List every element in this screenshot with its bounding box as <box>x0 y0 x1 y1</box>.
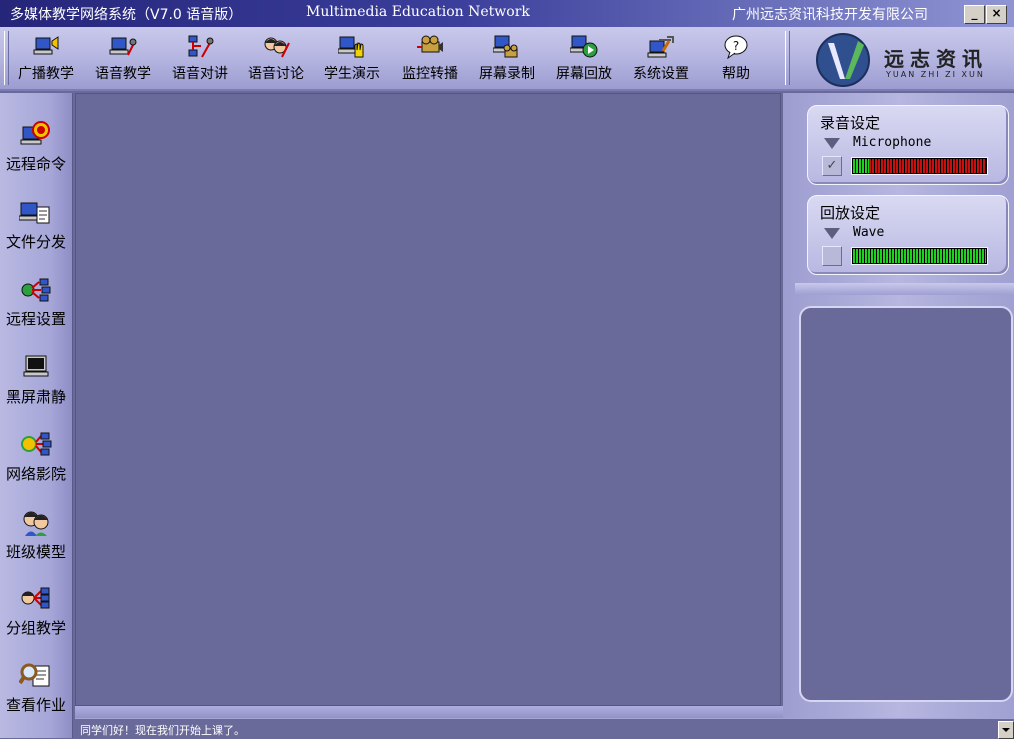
record-enable-checkbox[interactable]: ✓ <box>822 156 842 176</box>
window-title: 多媒体教学网络系统（V7.0 语音版） <box>10 7 243 23</box>
playback-device-name[interactable]: Wave <box>853 225 884 240</box>
file-distribute-icon <box>19 202 50 224</box>
tool-voice-teach[interactable]: 语音教学 <box>88 33 158 85</box>
sidebar-item-label: 文件分发 <box>5 233 66 251</box>
intercom-icon <box>188 35 214 58</box>
sidebar-item-label: 黑屏肃静 <box>5 388 66 406</box>
sidebar-item-group-teach[interactable]: 分组教学 <box>0 579 72 649</box>
right-panel-divider <box>795 283 1014 295</box>
playback-settings-title: 回放设定 <box>820 204 881 222</box>
right-panel: 录音设定 Microphone ✓ 回放设定 Wave <box>783 93 1014 718</box>
playback-settings-group: 回放设定 Wave <box>807 195 1009 275</box>
bottom-divider <box>75 706 795 718</box>
sidebar-item-remote-settings[interactable]: 远程设置 <box>0 270 72 340</box>
title-bar[interactable]: 多媒体教学网络系统（V7.0 语音版） Multimedia Education… <box>0 0 1014 27</box>
sidebar-item-class-model[interactable]: 班级模型 <box>0 503 72 573</box>
sidebar-item-label: 远程命令 <box>5 155 66 173</box>
black-screen-icon <box>23 355 49 377</box>
sidebar-item-network-cinema[interactable]: 网络影院 <box>0 425 72 495</box>
toolbar-separator <box>785 31 790 85</box>
tool-system-settings[interactable]: 系统设置 <box>626 33 696 85</box>
tool-intercom[interactable]: 语音对讲 <box>165 33 235 85</box>
sidebar-item-view-homework[interactable]: 查看作业 <box>0 656 72 726</box>
tool-label: 语音对讲 <box>172 66 228 82</box>
tool-label: 语音教学 <box>95 66 151 82</box>
sidebar-item-file-distribute[interactable]: 文件分发 <box>0 193 72 263</box>
record-level-high-fill <box>869 159 986 173</box>
tool-help[interactable]: ? 帮助 <box>704 33 768 85</box>
tool-label: 帮助 <box>722 66 750 82</box>
company-name: 广州远志资讯科技开发有限公司 <box>732 7 928 23</box>
status-dropdown-button[interactable] <box>998 721 1014 739</box>
screen-record-icon <box>493 35 518 58</box>
tool-label: 学生演示 <box>324 66 380 82</box>
tool-screen-record[interactable]: 屏幕录制 <box>472 33 542 85</box>
broadcast-icon <box>33 36 59 55</box>
window-subtitle: Multimedia Education Network <box>306 4 530 20</box>
sidebar-item-label: 分组教学 <box>5 619 66 637</box>
tool-label: 广播教学 <box>18 66 74 82</box>
playback-level-low-fill <box>853 249 986 263</box>
yuanzhi-logo-icon <box>816 33 870 87</box>
tool-label: 系统设置 <box>633 66 689 82</box>
record-level-meter <box>851 157 988 175</box>
system-settings-icon <box>647 36 674 58</box>
toolbar-separator <box>4 31 9 85</box>
sidebar-item-label: 班级模型 <box>5 543 66 561</box>
logo-text: 远志资讯 <box>884 47 988 71</box>
remote-settings-icon <box>21 278 51 302</box>
record-settings-title: 录音设定 <box>820 114 881 132</box>
tool-discussion[interactable]: 语音讨论 <box>242 33 310 85</box>
group-teach-icon <box>21 587 50 609</box>
tool-label: 屏幕录制 <box>479 66 535 82</box>
status-bar: 同学们好！现在我们开始上课了。 <box>75 718 1014 739</box>
view-homework-icon <box>19 663 50 687</box>
voice-teach-icon <box>109 37 137 56</box>
tool-label: 监控转播 <box>402 66 458 82</box>
playback-device-dropdown-icon[interactable] <box>824 228 840 239</box>
logo-subtext: YUAN ZHI ZI XUN <box>886 70 985 79</box>
record-level-low-fill <box>853 159 869 173</box>
record-settings-group: 录音设定 Microphone ✓ <box>807 105 1009 185</box>
sidebar-item-remote-command[interactable]: 远程命令 <box>0 115 72 185</box>
discussion-icon <box>264 37 290 58</box>
status-message: 同学们好！现在我们开始上课了。 <box>80 724 245 737</box>
student-list-panel[interactable] <box>799 306 1013 702</box>
tool-broadcast[interactable]: 广播教学 <box>12 33 80 85</box>
playback-level-meter <box>851 247 988 265</box>
tool-label: 屏幕回放 <box>556 66 612 82</box>
company-logo: 远志资讯 YUAN ZHI ZI XUN <box>808 30 1008 87</box>
tool-screen-playback[interactable]: 屏幕回放 <box>549 33 619 85</box>
screen-playback-icon <box>570 35 598 58</box>
playback-enable-checkbox[interactable] <box>822 246 842 266</box>
left-sidebar: 远程命令 文件分发 远程设置 黑屏肃静 网络影院 班级模型 分组教学 查看作业 <box>0 93 73 738</box>
sidebar-item-label: 查看作业 <box>5 696 66 714</box>
tool-monitor-broadcast[interactable]: 监控转播 <box>395 33 465 85</box>
sidebar-item-black-screen[interactable]: 黑屏肃静 <box>0 348 72 418</box>
class-model-icon <box>23 511 49 536</box>
tool-label: 语音讨论 <box>248 66 304 82</box>
sidebar-item-label: 远程设置 <box>5 310 66 328</box>
help-icon: ? <box>724 35 748 59</box>
monitor-camera-icon <box>417 35 443 53</box>
sidebar-item-label: 网络影院 <box>5 465 66 483</box>
tool-student-demo[interactable]: 学生演示 <box>318 33 386 85</box>
minimize-button[interactable]: _ <box>964 5 985 24</box>
close-button[interactable]: × <box>986 5 1007 24</box>
record-device-name[interactable]: Microphone <box>853 135 931 150</box>
student-demo-icon <box>338 36 364 58</box>
remote-command-icon <box>20 121 50 145</box>
main-display-area[interactable] <box>75 93 781 706</box>
network-cinema-icon <box>21 432 52 456</box>
svg-text:?: ? <box>733 39 739 53</box>
record-device-dropdown-icon[interactable] <box>824 138 840 149</box>
